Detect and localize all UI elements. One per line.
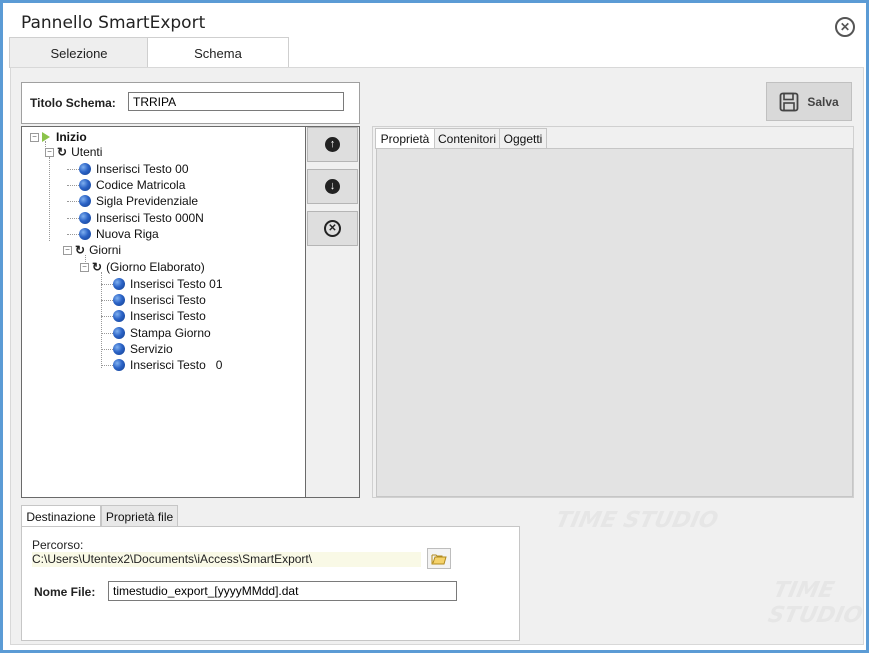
schema-title-box: Titolo Schema: [21, 82, 360, 124]
collapse-icon[interactable]: − [63, 245, 72, 255]
tree-node-label: Codice Matricola [96, 178, 186, 192]
tree-node-label: Utenti [71, 145, 103, 159]
schema-panel: TIME STUDIO TIME STUDIO Titolo Schema: S… [10, 67, 864, 645]
node-ball-icon [113, 278, 125, 290]
tree-node-label: (Giorno Elaborato) [106, 260, 205, 274]
tab-destinazione[interactable]: Destinazione [21, 505, 101, 528]
schema-title-input[interactable] [128, 92, 344, 111]
tree-node-label: Inserisci Testo 0 [130, 358, 223, 372]
tree-node-label: Inserisci Testo 00 [96, 162, 189, 176]
collapse-icon[interactable]: − [80, 262, 89, 272]
browse-folder-button[interactable] [427, 548, 451, 569]
tab-oggetti[interactable]: Oggetti [499, 128, 547, 148]
node-ball-icon [79, 212, 91, 224]
tree-node-label: Inserisci Testo [130, 293, 206, 307]
loop-icon: ↻ [75, 243, 86, 257]
tree-node-item[interactable]: Sigla Previdenziale [79, 193, 198, 209]
delete-node-button[interactable]: ✕ [307, 211, 358, 246]
tree-node-label: Servizio [130, 342, 173, 356]
schema-tree[interactable]: − Inizio − ↻ Utenti Inserisci Testo 00 C… [21, 126, 306, 498]
move-down-button[interactable]: ↓ [307, 169, 358, 204]
tree-node-label: Giorni [89, 243, 122, 257]
schema-title-label: Titolo Schema: [30, 96, 116, 110]
destination-panel: Percorso: C:\Users\Utentex2\Documents\iA… [21, 526, 520, 641]
tree-node-label: Nuova Riga [96, 227, 159, 241]
tree-node-item[interactable]: Inserisci Testo 000N [79, 210, 204, 226]
tree-node-giorni[interactable]: − ↻ Giorni [63, 242, 121, 258]
tree-node-label: Inizio [56, 130, 87, 144]
arrow-up-icon: ↑ [325, 137, 340, 152]
tree-node-giorno-elaborato[interactable]: − ↻ (Giorno Elaborato) [80, 259, 205, 275]
tree-node-item[interactable]: Inserisci Testo [113, 308, 206, 324]
tree-node-utenti[interactable]: − ↻ Utenti [45, 144, 102, 160]
close-icon: ✕ [839, 20, 851, 34]
close-button[interactable]: ✕ [835, 17, 855, 37]
tab-proprieta[interactable]: Proprietà [375, 128, 435, 149]
tree-node-item[interactable]: Inserisci Testo 01 [113, 276, 223, 292]
node-ball-icon [113, 327, 125, 339]
node-ball-icon [113, 343, 125, 355]
node-ball-icon [79, 228, 91, 240]
node-ball-icon [113, 294, 125, 306]
save-button[interactable]: Salva [766, 82, 852, 121]
properties-content [376, 148, 853, 497]
arrow-down-icon: ↓ [325, 179, 340, 194]
collapse-icon[interactable]: − [45, 147, 54, 157]
node-ball-icon [79, 179, 91, 191]
watermark-text: TIME STUDIO [765, 578, 863, 628]
node-ball-icon [113, 310, 125, 322]
folder-open-icon [431, 554, 447, 564]
node-ball-icon [113, 359, 125, 371]
smartexport-window: Pannello SmartExport ✕ Selezione Schema … [0, 0, 869, 653]
move-up-button[interactable]: ↑ [307, 127, 358, 162]
loop-icon: ↻ [92, 260, 103, 274]
filename-label: Nome File: [34, 585, 96, 599]
window-title: Pannello SmartExport [21, 13, 206, 33]
tab-contenitori[interactable]: Contenitori [434, 128, 500, 148]
tree-node-item[interactable]: Servizio [113, 341, 173, 357]
tree-node-label: Inserisci Testo 01 [130, 277, 223, 291]
collapse-icon[interactable]: − [30, 132, 39, 142]
floppy-disk-icon [779, 92, 799, 111]
path-label: Percorso: [32, 538, 84, 552]
tree-node-label: Inserisci Testo [130, 309, 206, 323]
tab-schema[interactable]: Schema [147, 37, 289, 69]
path-value: C:\Users\Utentex2\Documents\iAccess\Smar… [32, 552, 421, 567]
tree-action-bar: ↑ ↓ ✕ [305, 126, 360, 498]
save-button-label: Salva [807, 94, 839, 109]
tree-node-label: Sigla Previdenziale [96, 194, 199, 208]
tree-node-item[interactable]: Inserisci Testo 00 [79, 161, 189, 177]
tree-node-label: Inserisci Testo 000N [96, 211, 204, 225]
tree-node-item[interactable]: Nuova Riga [79, 226, 159, 242]
properties-panel: Proprietà Contenitori Oggetti [372, 126, 854, 498]
loop-icon: ↻ [57, 145, 68, 159]
close-circle-icon: ✕ [324, 220, 341, 237]
node-ball-icon [79, 195, 91, 207]
tab-proprieta-file[interactable]: Proprietà file [101, 505, 178, 527]
tree-node-item[interactable]: Codice Matricola [79, 177, 185, 193]
tree-node-item[interactable]: Inserisci Testo [113, 292, 206, 308]
tab-selezione[interactable]: Selezione [9, 37, 149, 68]
tree-node-item[interactable]: Stampa Giorno [113, 325, 211, 341]
node-ball-icon [79, 163, 91, 175]
tree-node-root[interactable]: − Inizio [30, 129, 87, 145]
filename-input[interactable] [108, 581, 457, 601]
tree-node-label: Stampa Giorno [130, 326, 211, 340]
start-arrow-icon [42, 132, 50, 142]
tree-node-item[interactable]: Inserisci Testo 0 [113, 357, 222, 373]
watermark-text: TIME STUDIO [553, 508, 721, 533]
